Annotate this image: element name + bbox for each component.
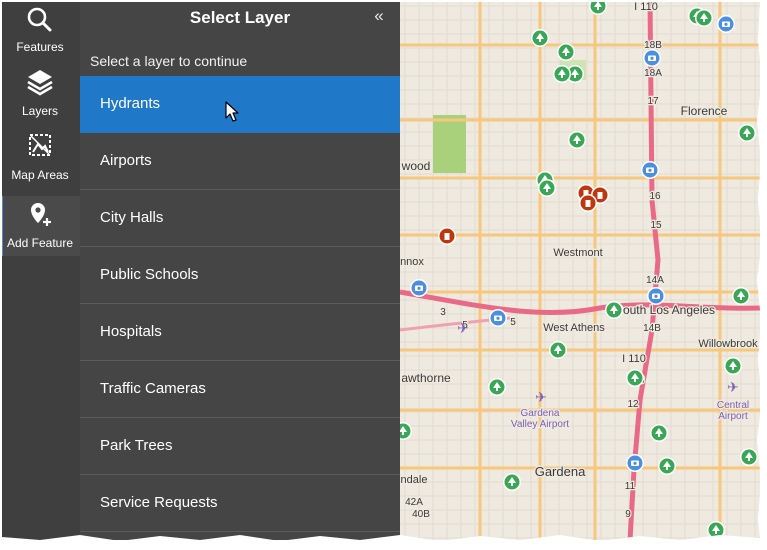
layer-item-hospitals[interactable]: Hospitals (80, 304, 400, 361)
tree-icon-trunk (732, 367, 734, 370)
tree-icon-trunk (634, 379, 636, 382)
map-label-i110_mid: I 110 (622, 353, 646, 365)
map-label-ex_18a: 18A (644, 68, 662, 79)
airport-icon: ✈ (727, 380, 739, 396)
tree-icon-trunk (613, 311, 615, 314)
hydrant-icon (444, 233, 450, 240)
nav-layers[interactable]: Layers (0, 64, 80, 124)
camera-icon-lens (648, 168, 652, 172)
hydrant-icon (597, 192, 603, 199)
map-label-westmont: Westmont (553, 247, 602, 259)
airport-icon: ✈ (457, 321, 469, 337)
nav-map-areas[interactable]: Map Areas (0, 128, 80, 188)
tree-icon-trunk (557, 351, 559, 354)
camera-icon-lens (633, 461, 637, 465)
layer-item-airports[interactable]: Airports (80, 133, 400, 190)
map-label-ex_16: 16 (649, 191, 661, 202)
tree-icon-trunk (658, 434, 660, 437)
map-label-ex_17: 17 (647, 96, 659, 107)
select-layer-panel: Select Layer « Select a layer to continu… (80, 0, 400, 540)
nav-features[interactable]: Features (0, 0, 80, 60)
collapse-panel-button[interactable]: « (368, 6, 390, 28)
nav-add-feature-label: Add Feature (6, 236, 74, 250)
app-window: I 110 I 110 Florence Westmont South Los Ange… (0, 0, 760, 540)
nav-add-feature[interactable]: Add Feature (0, 196, 80, 256)
map-label-awthorne: awthorne (401, 371, 451, 385)
camera-icon-lens (654, 294, 658, 298)
nav-features-label: Features (16, 40, 64, 54)
camera-icon-lens (724, 22, 728, 26)
map-label-ex_11: 11 (625, 481, 636, 492)
map-label-i110_top: I 110 (634, 1, 658, 13)
tree-icon-trunk (666, 467, 668, 470)
camera-icon-lens (650, 56, 654, 60)
map-label-south_la: South Los Angeles (615, 303, 715, 317)
tree-icon-trunk (546, 189, 548, 192)
nav-map-areas-label: Map Areas (11, 168, 69, 182)
layer-list: Hydrants Airports City Halls Public Scho… (80, 76, 400, 532)
layer-item-service-requests[interactable]: Service Requests (80, 475, 400, 532)
hydrant-icon (585, 200, 591, 207)
map-label-ex_15: 15 (650, 220, 662, 231)
tree-icon-trunk (715, 531, 717, 534)
tree-icon-trunk (576, 141, 578, 144)
panel-subtitle: Select a layer to continue (90, 53, 248, 69)
tree-icon-trunk (740, 297, 742, 300)
map-label-central_airport: Central Airport (717, 400, 749, 422)
map-park (433, 115, 466, 173)
map-label-florence: Florence (681, 104, 728, 118)
map-label-ex_42a: 42A (405, 497, 423, 508)
map-label-nnox: nnox (400, 256, 424, 268)
nav-rail: Features Layers Map Areas Add Feature (0, 0, 80, 540)
panel-title: Select Layer (189, 8, 291, 27)
tree-icon-trunk (511, 483, 513, 486)
layers-icon (27, 70, 53, 96)
map-label-ex_5b: 5 (510, 317, 516, 328)
search-icon (27, 7, 52, 32)
tree-icon-trunk (597, 7, 599, 10)
nav-layers-label: Layers (21, 104, 59, 118)
airport-icon: ✈ (535, 390, 547, 406)
layer-item-traffic-cameras[interactable]: Traffic Cameras (80, 361, 400, 418)
map-area-icon (29, 134, 51, 156)
camera-icon-lens (496, 316, 500, 320)
layer-item-city-halls[interactable]: City Halls (80, 190, 400, 247)
map-label-gardena: Gardena (535, 464, 586, 479)
tree-icon-trunk (746, 134, 748, 137)
layer-item-public-schools[interactable]: Public Schools (80, 247, 400, 304)
tree-icon-trunk (565, 53, 567, 56)
tree-icon-trunk (496, 388, 498, 391)
layer-item-park-trees[interactable]: Park Trees (80, 418, 400, 475)
map-label-ex_3: 3 (440, 307, 446, 318)
tree-icon-trunk (561, 75, 563, 78)
map-label-ndale: ndale (401, 474, 428, 486)
tree-icon-trunk (703, 19, 705, 22)
map-label-willowbrook: Willowbrook (698, 338, 758, 350)
map-label-ex_40b: 40B (412, 509, 430, 520)
add-feature-icon (31, 203, 53, 228)
map-label-ex_12: 12 (627, 399, 639, 410)
tree-icon-trunk (574, 75, 576, 78)
tree-icon-trunk (539, 39, 541, 42)
camera-icon-lens (417, 286, 421, 290)
map-label-ex_14a: 14A (646, 275, 664, 286)
map-label-ex_14b: 14B (643, 323, 661, 334)
map-label-west_athens: West Athens (543, 322, 605, 334)
map-label-ex_9: 9 (625, 509, 631, 520)
mouse-pointer-icon (225, 101, 239, 122)
map-label-wood: wood (401, 159, 431, 173)
tree-icon-trunk (748, 458, 750, 461)
tree-icon-trunk (402, 432, 404, 435)
